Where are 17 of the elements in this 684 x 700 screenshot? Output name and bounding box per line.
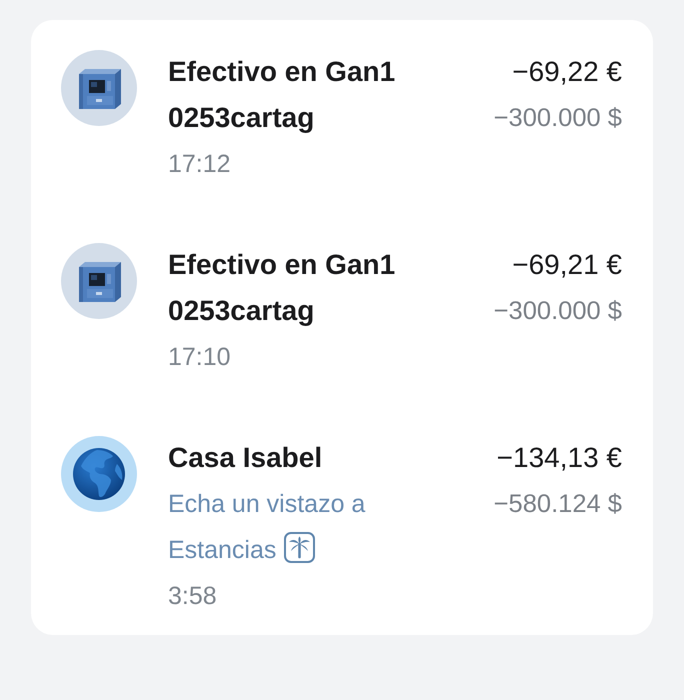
atm-icon	[61, 243, 137, 319]
converted-amount: −580.124 $	[494, 489, 622, 520]
globe-icon	[61, 436, 137, 512]
converted-amount: −300.000 $	[494, 103, 622, 134]
transaction-title: Casa Isabel	[168, 441, 322, 475]
promo-link[interactable]: Echa un vistazo a Estancias	[168, 481, 468, 573]
converted-amount: −300.000 $	[494, 296, 622, 327]
palm-tree-icon	[284, 532, 316, 563]
atm-icon	[61, 50, 137, 126]
transaction-title: Efectivo en Gan1 0253cartag	[168, 55, 396, 135]
transaction-amount: −134,13 €	[496, 441, 622, 475]
transaction-amount: −69,22 €	[512, 55, 622, 89]
transaction-title: Efectivo en Gan1 0253cartag	[168, 248, 396, 328]
transaction-time: 17:10	[168, 342, 231, 373]
transaction-amount: −69,21 €	[512, 248, 622, 282]
transaction-time: 17:12	[168, 149, 231, 180]
transaction-time: 3:58	[168, 581, 217, 612]
